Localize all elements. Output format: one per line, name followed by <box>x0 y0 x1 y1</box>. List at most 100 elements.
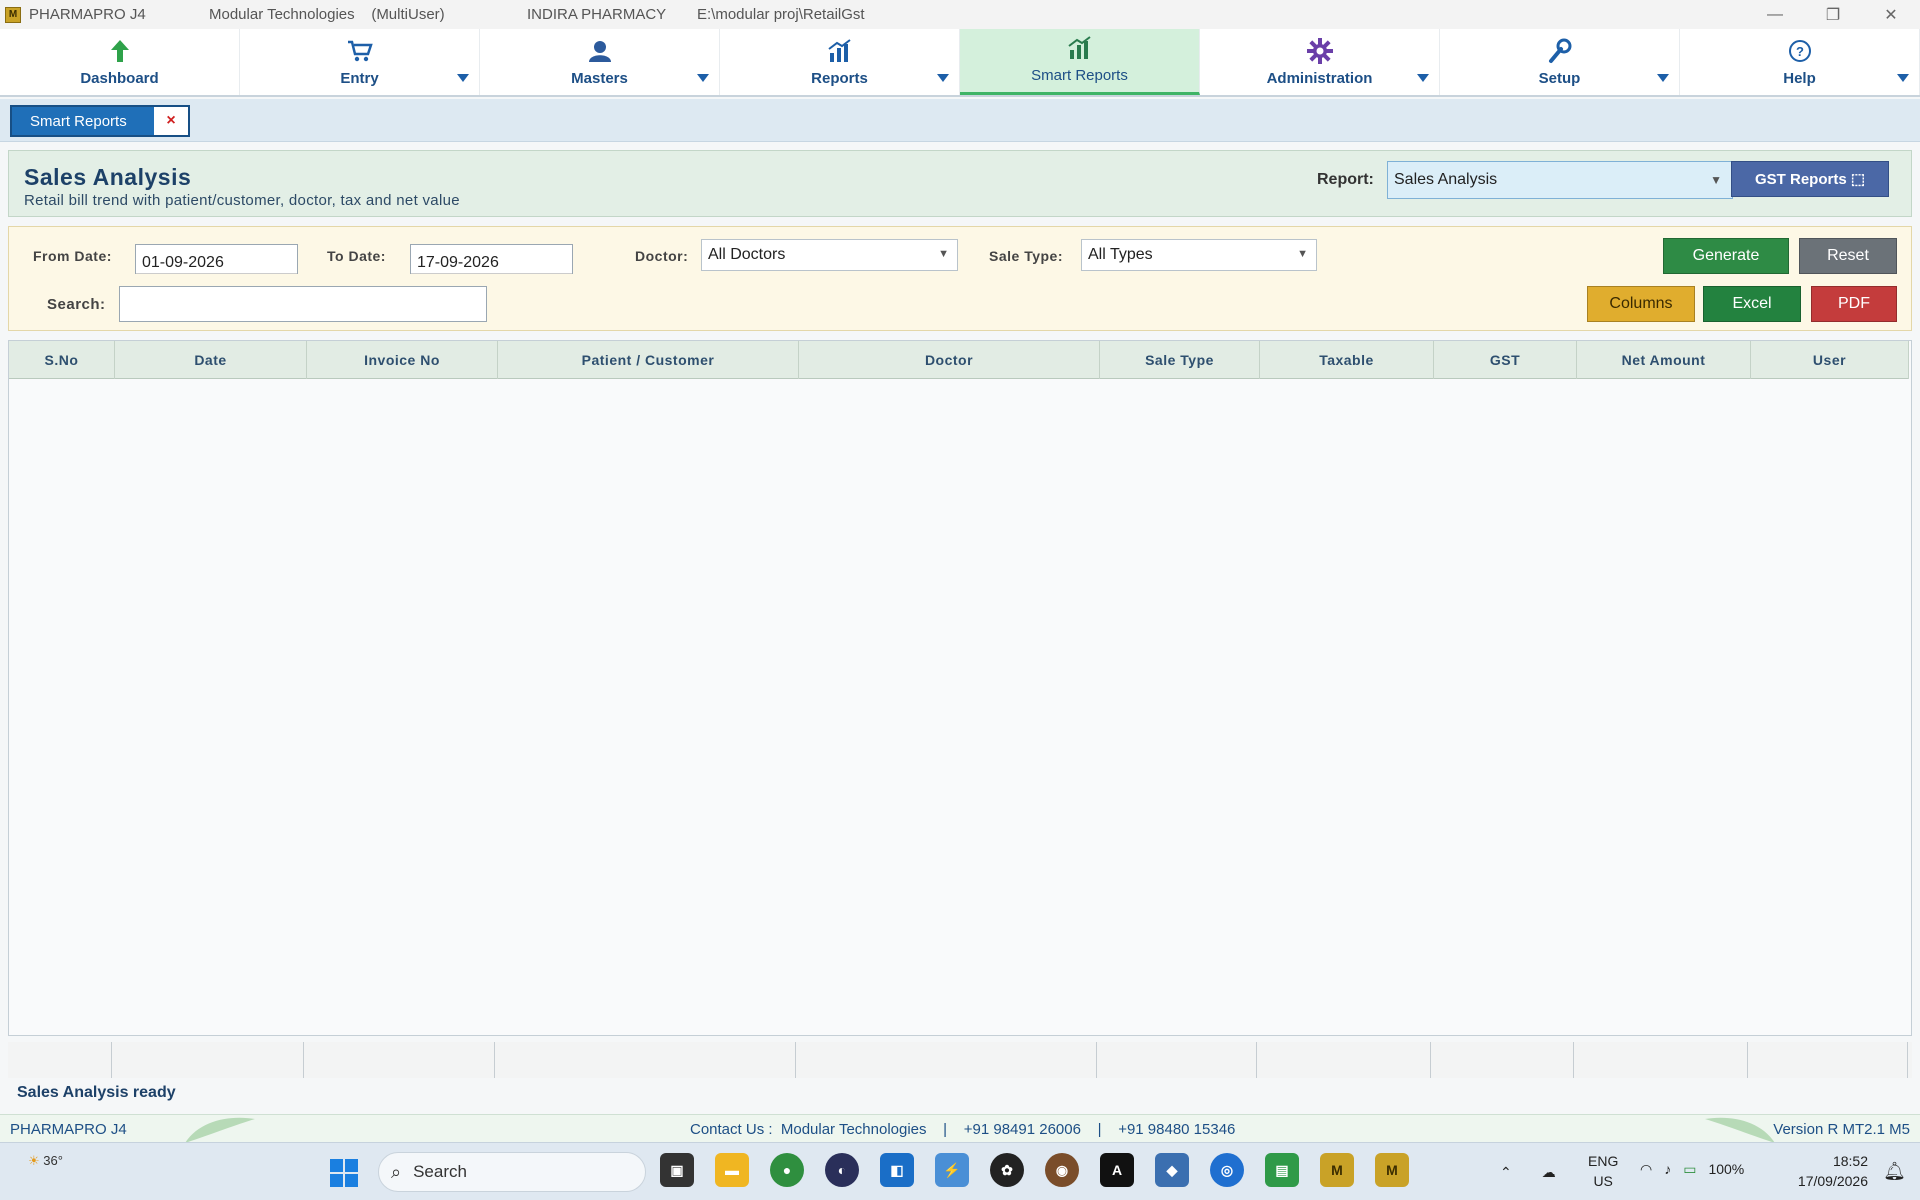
app-bolt-icon[interactable]: ⚡ <box>935 1153 969 1187</box>
search-input[interactable] <box>119 286 487 322</box>
menu-dashboard[interactable]: Dashboard <box>0 29 240 95</box>
app-blue-icon[interactable]: ◎ <box>1210 1153 1244 1187</box>
to-date-field[interactable]: 17-09-2026 <box>410 244 573 274</box>
contact-info: Contact Us : Modular Technologies | +91 … <box>690 1121 1236 1138</box>
vscode-icon[interactable]: ◧ <box>880 1153 914 1187</box>
leaf-decoration-icon <box>1705 1117 1775 1143</box>
column-header[interactable]: Patient / Customer <box>498 341 799 379</box>
minimize-button[interactable]: — <box>1746 0 1804 29</box>
cloud-icon[interactable]: ☁ <box>1542 1164 1556 1181</box>
chatgpt-icon[interactable]: ✿ <box>990 1153 1024 1187</box>
wifi-icon: ◠ <box>1640 1161 1653 1177</box>
close-window-button[interactable]: ✕ <box>1862 0 1920 29</box>
footer-cell <box>495 1042 796 1078</box>
file-explorer-icon[interactable]: ▬ <box>715 1153 749 1187</box>
document-tab-strip: Smart Reports × <box>0 99 1920 142</box>
column-header[interactable]: GST <box>1434 341 1577 379</box>
column-header[interactable]: Taxable <box>1260 341 1434 379</box>
app-cube-icon[interactable]: ◆ <box>1155 1153 1189 1187</box>
chevron-up-icon[interactable]: ⌃ <box>1500 1164 1512 1181</box>
to-date-value: 17-09-2026 <box>417 254 499 271</box>
filter-panel: From Date: 01-09-2026 To Date: 17-09-202… <box>8 226 1912 331</box>
lang-bottom: US <box>1593 1173 1613 1189</box>
gear-icon <box>1305 36 1335 66</box>
chevron-down-icon: ▼ <box>1297 248 1308 260</box>
taskbar-apps: ▣ ▬ ● ◐ ◧ ⚡ ✿ ◉ A ◆ ◎ ▤ M M <box>660 1153 1430 1187</box>
column-header[interactable]: Doctor <box>799 341 1100 379</box>
columns-button[interactable]: Columns <box>1587 286 1695 322</box>
pharmapro-icon[interactable]: M <box>1375 1153 1409 1187</box>
language-indicator[interactable]: ENG US <box>1588 1151 1618 1191</box>
menu-label: Help <box>1783 70 1816 87</box>
taskbar-clock[interactable]: 18:52 17/09/2026 <box>1798 1151 1868 1191</box>
menu-administration[interactable]: Administration <box>1200 29 1440 95</box>
column-header[interactable]: Date <box>115 341 307 379</box>
chrome-icon[interactable]: ● <box>770 1153 804 1187</box>
app-game-icon[interactable]: ◉ <box>1045 1153 1079 1187</box>
menu-label: Entry <box>340 70 379 87</box>
grid-footer-row <box>8 1042 1912 1078</box>
column-header[interactable]: Sale Type <box>1100 341 1260 379</box>
close-icon[interactable]: × <box>154 107 188 135</box>
app-chart-icon[interactable]: ▤ <box>1265 1153 1299 1187</box>
chevron-down-icon: ▼ <box>938 248 949 260</box>
menu-reports[interactable]: Reports <box>720 29 960 95</box>
task-view-icon[interactable]: ▣ <box>660 1153 694 1187</box>
menu-setup[interactable]: Setup <box>1440 29 1680 95</box>
menu-label: Setup <box>1538 70 1581 87</box>
users-icon <box>585 36 615 66</box>
doctor-select-value: All Doctors <box>708 246 786 263</box>
footer-cell <box>304 1042 495 1078</box>
menu-label: Dashboard <box>80 70 159 87</box>
pdf-button[interactable]: PDF <box>1811 286 1897 322</box>
tab-smart-reports[interactable]: Smart Reports × <box>10 105 190 137</box>
column-header[interactable]: User <box>1751 341 1909 379</box>
menu-masters[interactable]: Masters <box>480 29 720 95</box>
chevron-down-icon[interactable] <box>457 74 469 82</box>
chevron-down-icon[interactable] <box>1657 74 1669 82</box>
windows-start-icon[interactable] <box>330 1159 358 1187</box>
chevron-down-icon[interactable] <box>697 74 709 82</box>
doctor-select[interactable]: All Doctors ▼ <box>701 239 958 271</box>
lang-top: ENG <box>1588 1153 1619 1169</box>
sale-type-select[interactable]: All Types ▼ <box>1081 239 1317 271</box>
report-select[interactable]: Sales Analysis ▼ <box>1387 161 1733 199</box>
bar-chart-icon <box>1065 33 1095 63</box>
excel-button[interactable]: Excel <box>1703 286 1801 322</box>
help-circle-icon: ? <box>1785 36 1815 66</box>
doctor-label: Doctor: <box>635 248 689 264</box>
from-date-field[interactable]: 01-09-2026 <box>135 244 298 274</box>
tray-status[interactable]: ◠ ♪ ▭ 100% <box>1640 1161 1744 1178</box>
pharmapro-icon[interactable]: M <box>1320 1153 1354 1187</box>
clock-time: 18:52 <box>1832 1153 1868 1169</box>
company-name: Modular Technologies (MultiUser) <box>209 6 445 23</box>
sales-grid[interactable]: S.No Date Invoice No Patient / Customer … <box>8 340 1912 1036</box>
footer-cell <box>1097 1042 1257 1078</box>
weather-widget[interactable]: ☀ 36° <box>28 1153 63 1169</box>
menu-help[interactable]: ? Help <box>1680 29 1920 95</box>
column-header[interactable]: Net Amount <box>1577 341 1751 379</box>
grid-header: S.No Date Invoice No Patient / Customer … <box>9 341 1909 379</box>
taskbar-search[interactable]: ⌕ Search <box>378 1152 646 1192</box>
footer-cell <box>112 1042 304 1078</box>
eclipse-icon[interactable]: ◐ <box>825 1153 859 1187</box>
column-header[interactable]: Invoice No <box>307 341 498 379</box>
chevron-down-icon[interactable] <box>1897 74 1909 82</box>
menu-label: Smart Reports <box>1031 67 1128 84</box>
app-a-icon[interactable]: A <box>1100 1153 1134 1187</box>
column-header[interactable]: S.No <box>9 341 115 379</box>
chevron-down-icon[interactable] <box>937 74 949 82</box>
footer-cell <box>1574 1042 1748 1078</box>
gst-reports-button[interactable]: GST Reports ⬚ <box>1731 161 1889 197</box>
chevron-down-icon[interactable] <box>1417 74 1429 82</box>
menu-entry[interactable]: Entry <box>240 29 480 95</box>
restore-button[interactable]: ❐ <box>1804 0 1862 29</box>
reset-button[interactable]: Reset <box>1799 238 1897 274</box>
footer-app-name: PHARMAPRO J4 <box>10 1121 127 1138</box>
menu-label: Administration <box>1266 70 1373 87</box>
report-select-value: Sales Analysis <box>1394 171 1498 188</box>
menu-smart-reports[interactable]: Smart Reports <box>960 29 1200 95</box>
generate-button[interactable]: Generate <box>1663 238 1789 274</box>
tab-label: Smart Reports <box>30 112 127 130</box>
notification-bell-icon[interactable]: 🔔︎ <box>1883 1161 1906 1182</box>
